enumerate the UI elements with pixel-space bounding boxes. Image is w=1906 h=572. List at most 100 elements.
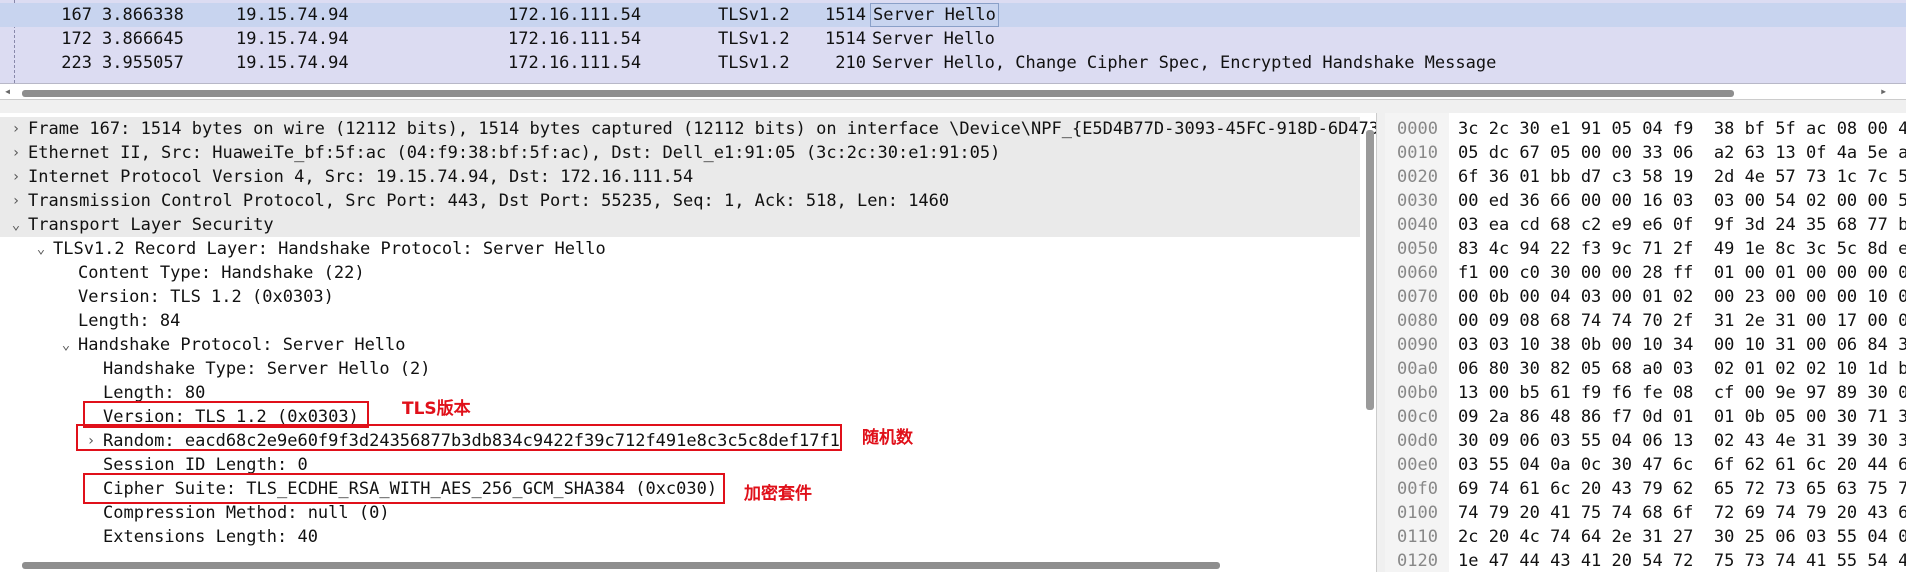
packet-row[interactable]: 167 3.866338 19.15.74.94 172.16.111.54 TLSv1… <box>0 3 1906 27</box>
bytes-row[interactable]: 00f0 69 74 61 6c 20 43 79 62 65 72 73 65 … <box>1385 477 1906 501</box>
packet-row[interactable]: 172 3.866645 19.15.74.94 172.16.111.54 TLSv1… <box>0 27 1906 51</box>
bytes-row[interactable]: 00c0 09 2a 86 48 86 f7 0d 01 01 0b 05 00 … <box>1385 405 1906 429</box>
bytes-offset: 0050 <box>1397 239 1438 259</box>
bytes-hex: 05 dc 67 05 00 00 33 06 a2 63 13 0f 4a 5… <box>1458 143 1906 163</box>
bytes-row[interactable]: 0050 83 4c 94 22 f3 9c 71 2f 49 1e 8c 3c … <box>1385 237 1906 261</box>
annotation-cipher-suite: 加密套件 <box>744 484 812 504</box>
bytes-offset: 0030 <box>1397 191 1438 211</box>
bytes-hscrollbar[interactable] <box>24 562 394 569</box>
expanded-chevron-icon[interactable]: ⌄ <box>60 333 72 357</box>
detail-text: Handshake Protocol: Server Hello <box>78 335 406 355</box>
bytes-row[interactable]: 0020 6f 36 01 bb d7 c3 58 19 2d 4e 57 73 … <box>1385 165 1906 189</box>
detail-text: Compression Method: null (0) <box>103 503 390 523</box>
detail-row[interactable]: Handshake Type: Server Hello (2) <box>0 357 1360 381</box>
collapsed-chevron-icon[interactable]: › <box>10 165 22 189</box>
packet-info: Server Hello, Change Cipher Spec, Encryp… <box>872 53 1497 73</box>
bytes-offset: 0120 <box>1397 551 1438 571</box>
detail-text: Extensions Length: 40 <box>103 527 318 547</box>
bytes-hex: 83 4c 94 22 f3 9c 71 2f 49 1e 8c 3c 5c 8… <box>1458 239 1906 259</box>
packet-len: 1514 <box>825 5 866 25</box>
bytes-row[interactable]: 0010 05 dc 67 05 00 00 33 06 a2 63 13 0f … <box>1385 141 1906 165</box>
annotation-tls-version: TLS版本 <box>402 399 471 419</box>
bytes-offset: 00a0 <box>1397 359 1438 379</box>
bytes-row[interactable]: 00a0 06 80 30 82 05 68 a0 03 02 01 02 02 … <box>1385 357 1906 381</box>
bytes-hex: 00 0b 00 04 03 00 01 02 00 23 00 00 00 1… <box>1458 287 1906 307</box>
annotation-box-random <box>76 424 842 451</box>
scroll-right-arrow-icon[interactable]: ▸ <box>1880 84 1900 98</box>
bytes-offset: 0090 <box>1397 335 1438 355</box>
detail-text: Version: TLS 1.2 (0x0303) <box>78 287 334 307</box>
bytes-hex: 00 ed 36 66 00 00 16 03 03 00 54 02 00 0… <box>1458 191 1906 211</box>
bytes-hex: 69 74 61 6c 20 43 79 62 65 72 73 65 63 7… <box>1458 479 1906 499</box>
packet-src: 19.15.74.94 <box>236 53 349 73</box>
bytes-row[interactable]: 0110 2c 20 4c 74 64 2e 31 27 30 25 06 03 … <box>1385 525 1906 549</box>
detail-row[interactable]: Length: 84 <box>0 309 1360 333</box>
detail-row[interactable]: Extensions Length: 40 <box>0 525 1360 549</box>
bytes-hex: 1e 47 44 43 41 20 54 72 75 73 74 41 55 5… <box>1458 551 1906 571</box>
packet-src: 19.15.74.94 <box>236 29 349 49</box>
bytes-hex: 06 80 30 82 05 68 a0 03 02 01 02 02 10 1… <box>1458 359 1906 379</box>
packet-row[interactable]: 223 3.955057 19.15.74.94 172.16.111.54 TLSv1… <box>0 51 1906 75</box>
details-vscrollbar[interactable] <box>1366 130 1374 410</box>
bytes-offset: 0010 <box>1397 143 1438 163</box>
bytes-offset: 00c0 <box>1397 407 1438 427</box>
bytes-row[interactable]: 0000 3c 2c 30 e1 91 05 04 f9 38 bf 5f ac … <box>1385 117 1906 141</box>
packet-list-hscrollbar[interactable] <box>22 90 1734 97</box>
detail-row[interactable]: › Internet Protocol Version 4, Src: 19.15… <box>0 165 1360 189</box>
packet-bytes-pane[interactable]: 0000 3c 2c 30 e1 91 05 04 f9 38 bf 5f ac … <box>1385 113 1906 572</box>
detail-text: Ethernet II, Src: HuaweiTe_bf:5f:ac (04:… <box>28 143 1001 163</box>
detail-row[interactable]: ⌄ Handshake Protocol: Server Hello <box>0 333 1360 357</box>
packet-no: 167 <box>61 5 92 25</box>
packet-len: 1514 <box>825 29 866 49</box>
detail-text: TLSv1.2 Record Layer: Handshake Protocol… <box>53 239 606 259</box>
bytes-row[interactable]: 00d0 30 09 06 03 55 04 06 13 02 43 4e 31 … <box>1385 429 1906 453</box>
bytes-row[interactable]: 0080 00 09 08 68 74 74 70 2f 31 2e 31 00 … <box>1385 309 1906 333</box>
detail-text: Frame 167: 1514 bytes on wire (12112 bit… <box>28 119 1376 139</box>
detail-text: Transport Layer Security <box>28 215 274 235</box>
bytes-row[interactable]: 0040 03 ea cd 68 c2 e9 e6 0f 9f 3d 24 35 … <box>1385 213 1906 237</box>
collapsed-chevron-icon[interactable]: › <box>10 117 22 141</box>
detail-row[interactable]: Content Type: Handshake (22) <box>0 261 1360 285</box>
bytes-hex: 74 79 20 41 75 74 68 6f 72 69 74 79 20 4… <box>1458 503 1906 523</box>
bytes-row[interactable]: 0090 03 03 10 38 0b 00 10 34 00 10 31 00 … <box>1385 333 1906 357</box>
packet-no: 172 <box>61 29 92 49</box>
bytes-row[interactable]: 0120 1e 47 44 43 41 20 54 72 75 73 74 41 … <box>1385 549 1906 572</box>
bytes-hex: 03 55 04 0a 0c 30 47 6c 6f 62 61 6c 20 4… <box>1458 455 1906 475</box>
collapsed-chevron-icon[interactable]: › <box>10 189 22 213</box>
annotation-box-cipher-suite <box>83 473 725 504</box>
bytes-offset: 00e0 <box>1397 455 1438 475</box>
detail-row[interactable]: Version: TLS 1.2 (0x0303) <box>0 285 1360 309</box>
packet-dst: 172.16.111.54 <box>508 5 642 25</box>
bytes-row[interactable]: 00e0 03 55 04 0a 0c 30 47 6c 6f 62 61 6c … <box>1385 453 1906 477</box>
detail-row[interactable]: › Transmission Control Protocol, Src Port… <box>0 189 1360 213</box>
detail-row[interactable]: › Ethernet II, Src: HuaweiTe_bf:5f:ac (04… <box>0 141 1360 165</box>
collapsed-chevron-icon[interactable]: › <box>10 141 22 165</box>
detail-row[interactable]: ⌄ Transport Layer Security <box>0 213 1360 237</box>
detail-text: Handshake Type: Server Hello (2) <box>103 359 431 379</box>
packet-proto: TLSv1.2 <box>718 53 790 73</box>
bytes-offset: 0000 <box>1397 119 1438 139</box>
packet-time: 3.866338 <box>102 5 184 25</box>
detail-row[interactable]: ⌄ TLSv1.2 Record Layer: Handshake Protoco… <box>0 237 1360 261</box>
packet-dst: 172.16.111.54 <box>508 53 642 73</box>
packet-time: 3.866645 <box>102 29 184 49</box>
bytes-row[interactable]: 00b0 13 00 b5 61 f9 f6 fe 08 cf 00 9e 97 … <box>1385 381 1906 405</box>
bytes-row[interactable]: 0100 74 79 20 41 75 74 68 6f 72 69 74 79 … <box>1385 501 1906 525</box>
packet-time: 3.955057 <box>102 53 184 73</box>
scroll-left-arrow-icon[interactable]: ◂ <box>4 84 18 98</box>
bytes-row[interactable]: 0060 f1 00 c0 30 00 00 28 ff 01 00 01 00 … <box>1385 261 1906 285</box>
bytes-offset: 00b0 <box>1397 383 1438 403</box>
packet-len: 210 <box>835 53 866 73</box>
bytes-row[interactable]: 0070 00 0b 00 04 03 00 01 02 00 23 00 00 … <box>1385 285 1906 309</box>
packet-list[interactable]: 167 3.866338 19.15.74.94 172.16.111.54 TLSv1… <box>0 0 1906 84</box>
packet-proto: TLSv1.2 <box>718 5 790 25</box>
expanded-chevron-icon[interactable]: ⌄ <box>10 213 22 237</box>
expanded-chevron-icon[interactable]: ⌄ <box>35 237 47 261</box>
packet-src: 19.15.74.94 <box>236 5 349 25</box>
detail-row[interactable]: Compression Method: null (0) <box>0 501 1360 525</box>
detail-row[interactable]: › Frame 167: 1514 bytes on wire (12112 bi… <box>0 117 1376 141</box>
bytes-row[interactable]: 0030 00 ed 36 66 00 00 16 03 03 00 54 02 … <box>1385 189 1906 213</box>
bytes-hex: 00 09 08 68 74 74 70 2f 31 2e 31 00 17 0… <box>1458 311 1906 331</box>
bytes-hex: 09 2a 86 48 86 f7 0d 01 01 0b 05 00 30 7… <box>1458 407 1906 427</box>
detail-text: Length: 84 <box>78 311 181 331</box>
